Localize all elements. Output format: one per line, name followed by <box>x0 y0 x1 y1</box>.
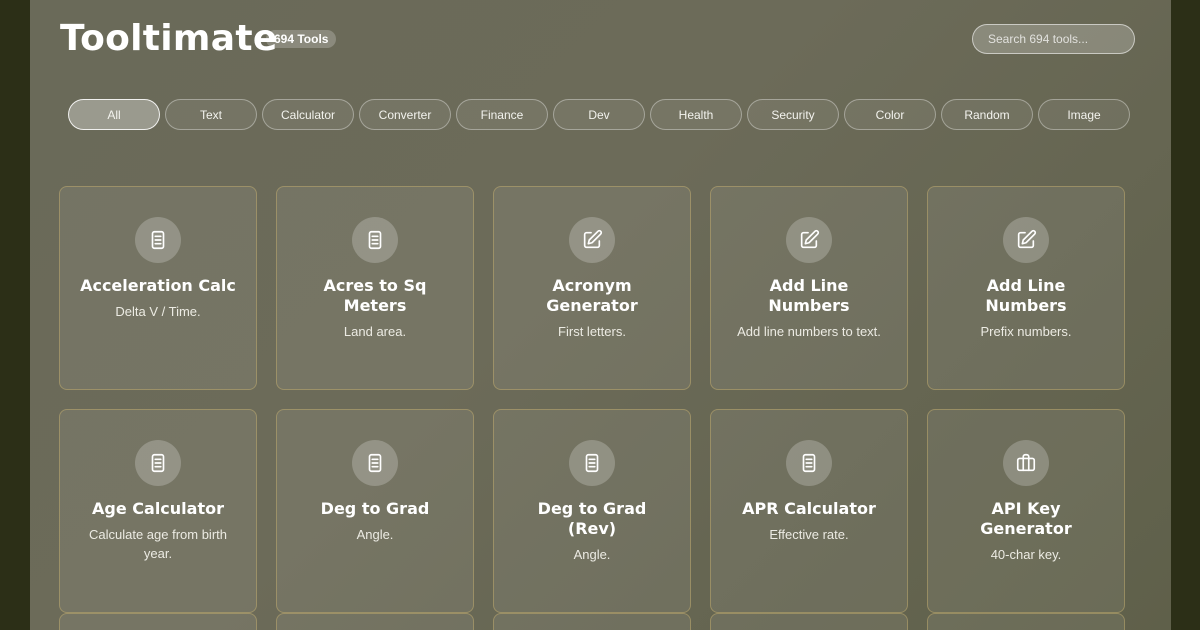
tool-card-description: Angle. <box>356 527 394 542</box>
tool-card-partial[interactable] <box>493 613 691 630</box>
edit-icon <box>786 217 832 263</box>
tool-card[interactable]: Age Calculator Calculate age from birth y… <box>59 409 257 613</box>
filter-chip-dev[interactable]: Dev <box>553 99 645 130</box>
tool-card-description: 40-char key. <box>990 547 1062 562</box>
tool-card-title: Add Line Numbers <box>985 276 1067 315</box>
filter-chip-security[interactable]: Security <box>747 99 839 130</box>
filter-chip-calculator[interactable]: Calculator <box>262 99 354 130</box>
main-panel: Tooltimate 694 Tools AllTextCalculatorCo… <box>30 0 1171 630</box>
tool-card[interactable]: APR Calculator Effective rate. <box>710 409 908 613</box>
document-icon <box>569 440 615 486</box>
tool-card-description: Delta V / Time. <box>115 304 201 319</box>
tool-card-title: Add Line Numbers <box>768 276 850 315</box>
tool-card[interactable]: Acres to Sq Meters Land area. <box>276 186 474 390</box>
filter-chip-health[interactable]: Health <box>650 99 742 130</box>
filter-chip-text[interactable]: Text <box>165 99 257 130</box>
tool-card-title: Acronym Generator <box>546 276 638 315</box>
tool-card-description: Calculate age from birth year. <box>88 527 227 561</box>
tool-card-description: First letters. <box>558 324 626 339</box>
tool-card-description: Angle. <box>573 547 611 562</box>
document-icon <box>352 440 398 486</box>
tool-card-partial[interactable] <box>710 613 908 630</box>
tool-card-title: Acres to Sq Meters <box>323 276 427 315</box>
edit-icon <box>1003 217 1049 263</box>
tool-card-partial[interactable] <box>59 613 257 630</box>
document-icon <box>786 440 832 486</box>
tool-card-description: Prefix numbers. <box>980 324 1072 339</box>
tool-card-partial[interactable] <box>927 613 1125 630</box>
tools-grid: Acceleration Calc Delta V / Time. Acres to… <box>59 186 1125 613</box>
tool-card[interactable]: Acronym Generator First letters. <box>493 186 691 390</box>
filter-chip-image[interactable]: Image <box>1038 99 1130 130</box>
tool-card-description: Add line numbers to text. <box>737 324 881 339</box>
tool-card-title: Deg to Grad (Rev) <box>537 499 647 538</box>
tool-card-title: Acceleration Calc <box>80 276 236 295</box>
tool-card-description: Effective rate. <box>769 527 849 542</box>
filter-chip-color[interactable]: Color <box>844 99 936 130</box>
tool-card-title: Age Calculator <box>92 499 224 518</box>
tool-card[interactable]: Deg to Grad Angle. <box>276 409 474 613</box>
tool-card-title: Deg to Grad <box>320 499 430 518</box>
filter-chip-random[interactable]: Random <box>941 99 1033 130</box>
tool-card[interactable]: API Key Generator 40-char key. <box>927 409 1125 613</box>
tool-card-title: API Key Generator <box>980 499 1072 538</box>
tools-grid-next-row <box>59 613 1125 630</box>
tool-card[interactable]: Add Line Numbers Add line numbers to text… <box>710 186 908 390</box>
filter-chip-finance[interactable]: Finance <box>456 99 548 130</box>
tool-card[interactable]: Deg to Grad (Rev) Angle. <box>493 409 691 613</box>
filter-chip-converter[interactable]: Converter <box>359 99 451 130</box>
tool-card-title: APR Calculator <box>742 499 876 518</box>
filter-chip-all[interactable]: All <box>68 99 160 130</box>
briefcase-icon <box>1003 440 1049 486</box>
document-icon <box>352 217 398 263</box>
tool-card[interactable]: Add Line Numbers Prefix numbers. <box>927 186 1125 390</box>
search-input[interactable] <box>972 24 1135 54</box>
document-icon <box>135 440 181 486</box>
tool-card-partial[interactable] <box>276 613 474 630</box>
edit-icon <box>569 217 615 263</box>
tool-card[interactable]: Acceleration Calc Delta V / Time. <box>59 186 257 390</box>
category-filter-bar: All Text Calculator Converter Finance Dev Heal… <box>68 99 1130 130</box>
app-title: Tooltimate <box>60 18 278 59</box>
tool-card-description: Land area. <box>343 324 407 339</box>
document-icon <box>135 217 181 263</box>
tool-count-badge: 694 Tools <box>266 30 337 48</box>
